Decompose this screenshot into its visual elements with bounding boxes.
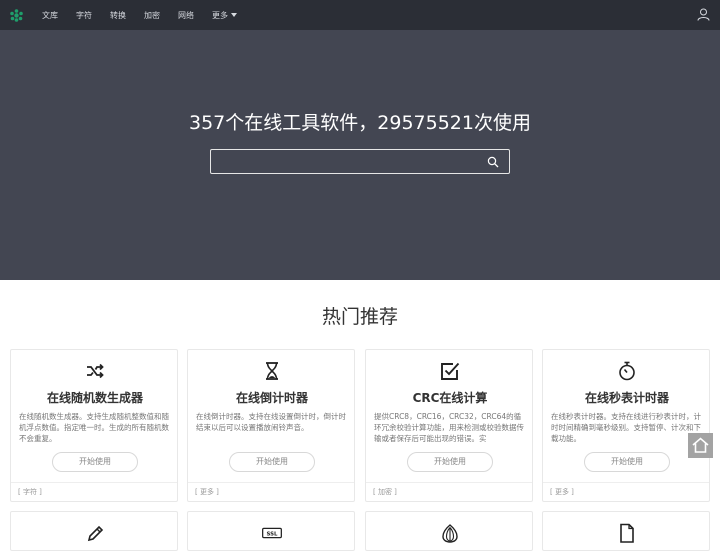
card-description: 提供CRC8，CRC16，CRC32，CRC64的循环冗余校验计算功能，用来检测… bbox=[374, 412, 524, 442]
nav-item-zifu[interactable]: 字符 bbox=[76, 10, 92, 21]
nav-more-label: 更多 bbox=[212, 10, 228, 20]
start-button[interactable]: 开始使用 bbox=[229, 452, 315, 472]
nav-item-wenku[interactable]: 文库 bbox=[42, 10, 58, 21]
section-title: 热门推荐 bbox=[321, 306, 398, 328]
chevron-down-icon bbox=[231, 13, 237, 17]
home-icon bbox=[692, 437, 709, 453]
tool-card-countdown[interactable]: 在线倒计时器 在线倒计时器。支持在线设置倒计时，倒计时结束以后可以设置播放闹铃声… bbox=[187, 349, 355, 502]
hero-banner: 357个在线工具软件，29575521次使用 bbox=[0, 30, 720, 280]
nav-item-wangluo[interactable]: 网络 bbox=[178, 10, 194, 21]
home-float-button[interactable] bbox=[688, 433, 713, 458]
card-category-tag[interactable]: [ 字符 ] bbox=[11, 482, 177, 502]
tool-card-crc[interactable]: CRC在线计算 提供CRC8，CRC16，CRC32，CRC64的循环冗余校验计… bbox=[365, 349, 533, 502]
start-button[interactable]: 开始使用 bbox=[407, 452, 493, 472]
ssl-icon: SSL bbox=[262, 527, 282, 539]
card-description: 在线随机数生成器。支持生成随机整数值和随机浮点数值。指定唯一时。生成的所有随机数… bbox=[19, 412, 169, 442]
search-input[interactable] bbox=[217, 153, 477, 170]
user-icon[interactable] bbox=[697, 8, 710, 21]
tool-card-random-number[interactable]: 在线随机数生成器 在线随机数生成器。支持生成随机整数值和随机浮点数值。指定唯一时… bbox=[10, 349, 178, 502]
search-box bbox=[210, 149, 510, 174]
hourglass-icon bbox=[266, 362, 278, 380]
tool-card-stopwatch[interactable]: 在线秒表计时器 在线秒表计时器。支持在线进行秒表计时，计时时间精确到毫秒级别。支… bbox=[542, 349, 710, 502]
card-description: 在线倒计时器。支持在线设置倒计时，倒计时结束以后可以设置播放闹铃声音。 bbox=[196, 412, 346, 432]
card-category-tag[interactable]: [ 更多 ] bbox=[543, 482, 709, 502]
start-button[interactable]: 开始使用 bbox=[584, 452, 670, 472]
checkbox-icon bbox=[441, 362, 460, 380]
tool-card[interactable] bbox=[542, 511, 710, 551]
top-navbar: 文库 字符 转换 加密 网络 更多 bbox=[0, 0, 720, 30]
card-title: CRC在线计算 bbox=[412, 391, 488, 405]
ssl-icon-label: SSL bbox=[267, 532, 279, 538]
start-button[interactable]: 开始使用 bbox=[52, 452, 138, 472]
card-title: 在线随机数生成器 bbox=[46, 391, 143, 405]
tool-card[interactable] bbox=[10, 511, 178, 551]
card-title: 在线倒计时器 bbox=[235, 391, 308, 405]
pen-icon bbox=[87, 525, 104, 542]
nav-menu: 文库 字符 转换 加密 网络 更多 bbox=[42, 0, 255, 30]
nav-item-more[interactable]: 更多 bbox=[212, 10, 237, 21]
tool-card[interactable]: SSL bbox=[187, 511, 355, 551]
card-description: 在线秒表计时器。支持在线进行秒表计时，计时时间精确到毫秒级别。支持暂停、计次和下… bbox=[551, 412, 701, 442]
nav-item-jiami[interactable]: 加密 bbox=[144, 10, 160, 21]
stopwatch-icon bbox=[619, 361, 635, 381]
nav-item-zhuanhuan[interactable]: 转换 bbox=[110, 10, 126, 21]
document-icon bbox=[620, 523, 634, 543]
tool-card[interactable] bbox=[365, 511, 533, 551]
search-icon[interactable] bbox=[487, 156, 499, 168]
card-category-tag[interactable]: [ 更多 ] bbox=[188, 482, 354, 502]
card-title: 在线秒表计时器 bbox=[584, 391, 669, 405]
logo-icon[interactable] bbox=[10, 9, 23, 22]
onion-icon bbox=[442, 524, 458, 543]
hero-title: 357个在线工具软件，29575521次使用 bbox=[189, 112, 531, 134]
card-category-tag[interactable]: [ 加密 ] bbox=[366, 482, 532, 502]
shuffle-icon bbox=[87, 363, 104, 379]
